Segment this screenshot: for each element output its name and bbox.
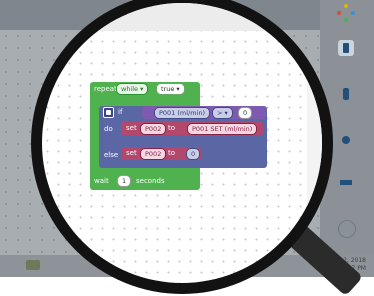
if-left-variable[interactable]: P001 (ml/min) xyxy=(154,107,211,119)
wait-value[interactable]: 1 xyxy=(117,175,132,187)
do-label: do xyxy=(104,125,113,133)
repeat-label: repeat xyxy=(94,85,117,93)
magnifier-lens: repeat while ▾ true ▾ if P001 (ml/min) >… xyxy=(42,3,322,283)
set-label-1: set xyxy=(126,124,137,132)
else-label: else xyxy=(104,151,119,159)
wait-label: wait xyxy=(94,177,109,185)
set-label-2: set xyxy=(126,149,137,157)
set-target-2[interactable]: P002 xyxy=(140,148,167,160)
to-label-2: to xyxy=(168,149,176,157)
repeat-mode-dropdown[interactable]: while ▾ xyxy=(116,83,149,95)
wait-unit-label: seconds xyxy=(136,177,165,185)
mutator-gear-icon[interactable] xyxy=(103,107,114,118)
to-label-1: to xyxy=(168,124,176,132)
set-target-1[interactable]: P002 xyxy=(140,123,167,135)
if-operator-dropdown[interactable]: > ▾ xyxy=(212,107,233,119)
set-value-2[interactable]: 0 xyxy=(186,148,201,160)
lens-toolbar-area xyxy=(42,3,322,31)
magnifier: repeat while ▾ true ▾ if P001 (ml/min) >… xyxy=(0,0,374,296)
if-right-value[interactable]: 0 xyxy=(238,107,253,119)
if-label: if xyxy=(118,108,123,116)
lens-sidebar-area xyxy=(307,3,322,283)
set-value-1[interactable]: P001 SET (ml/min) xyxy=(187,123,258,135)
repeat-condition-dropdown[interactable]: true ▾ xyxy=(156,83,185,95)
